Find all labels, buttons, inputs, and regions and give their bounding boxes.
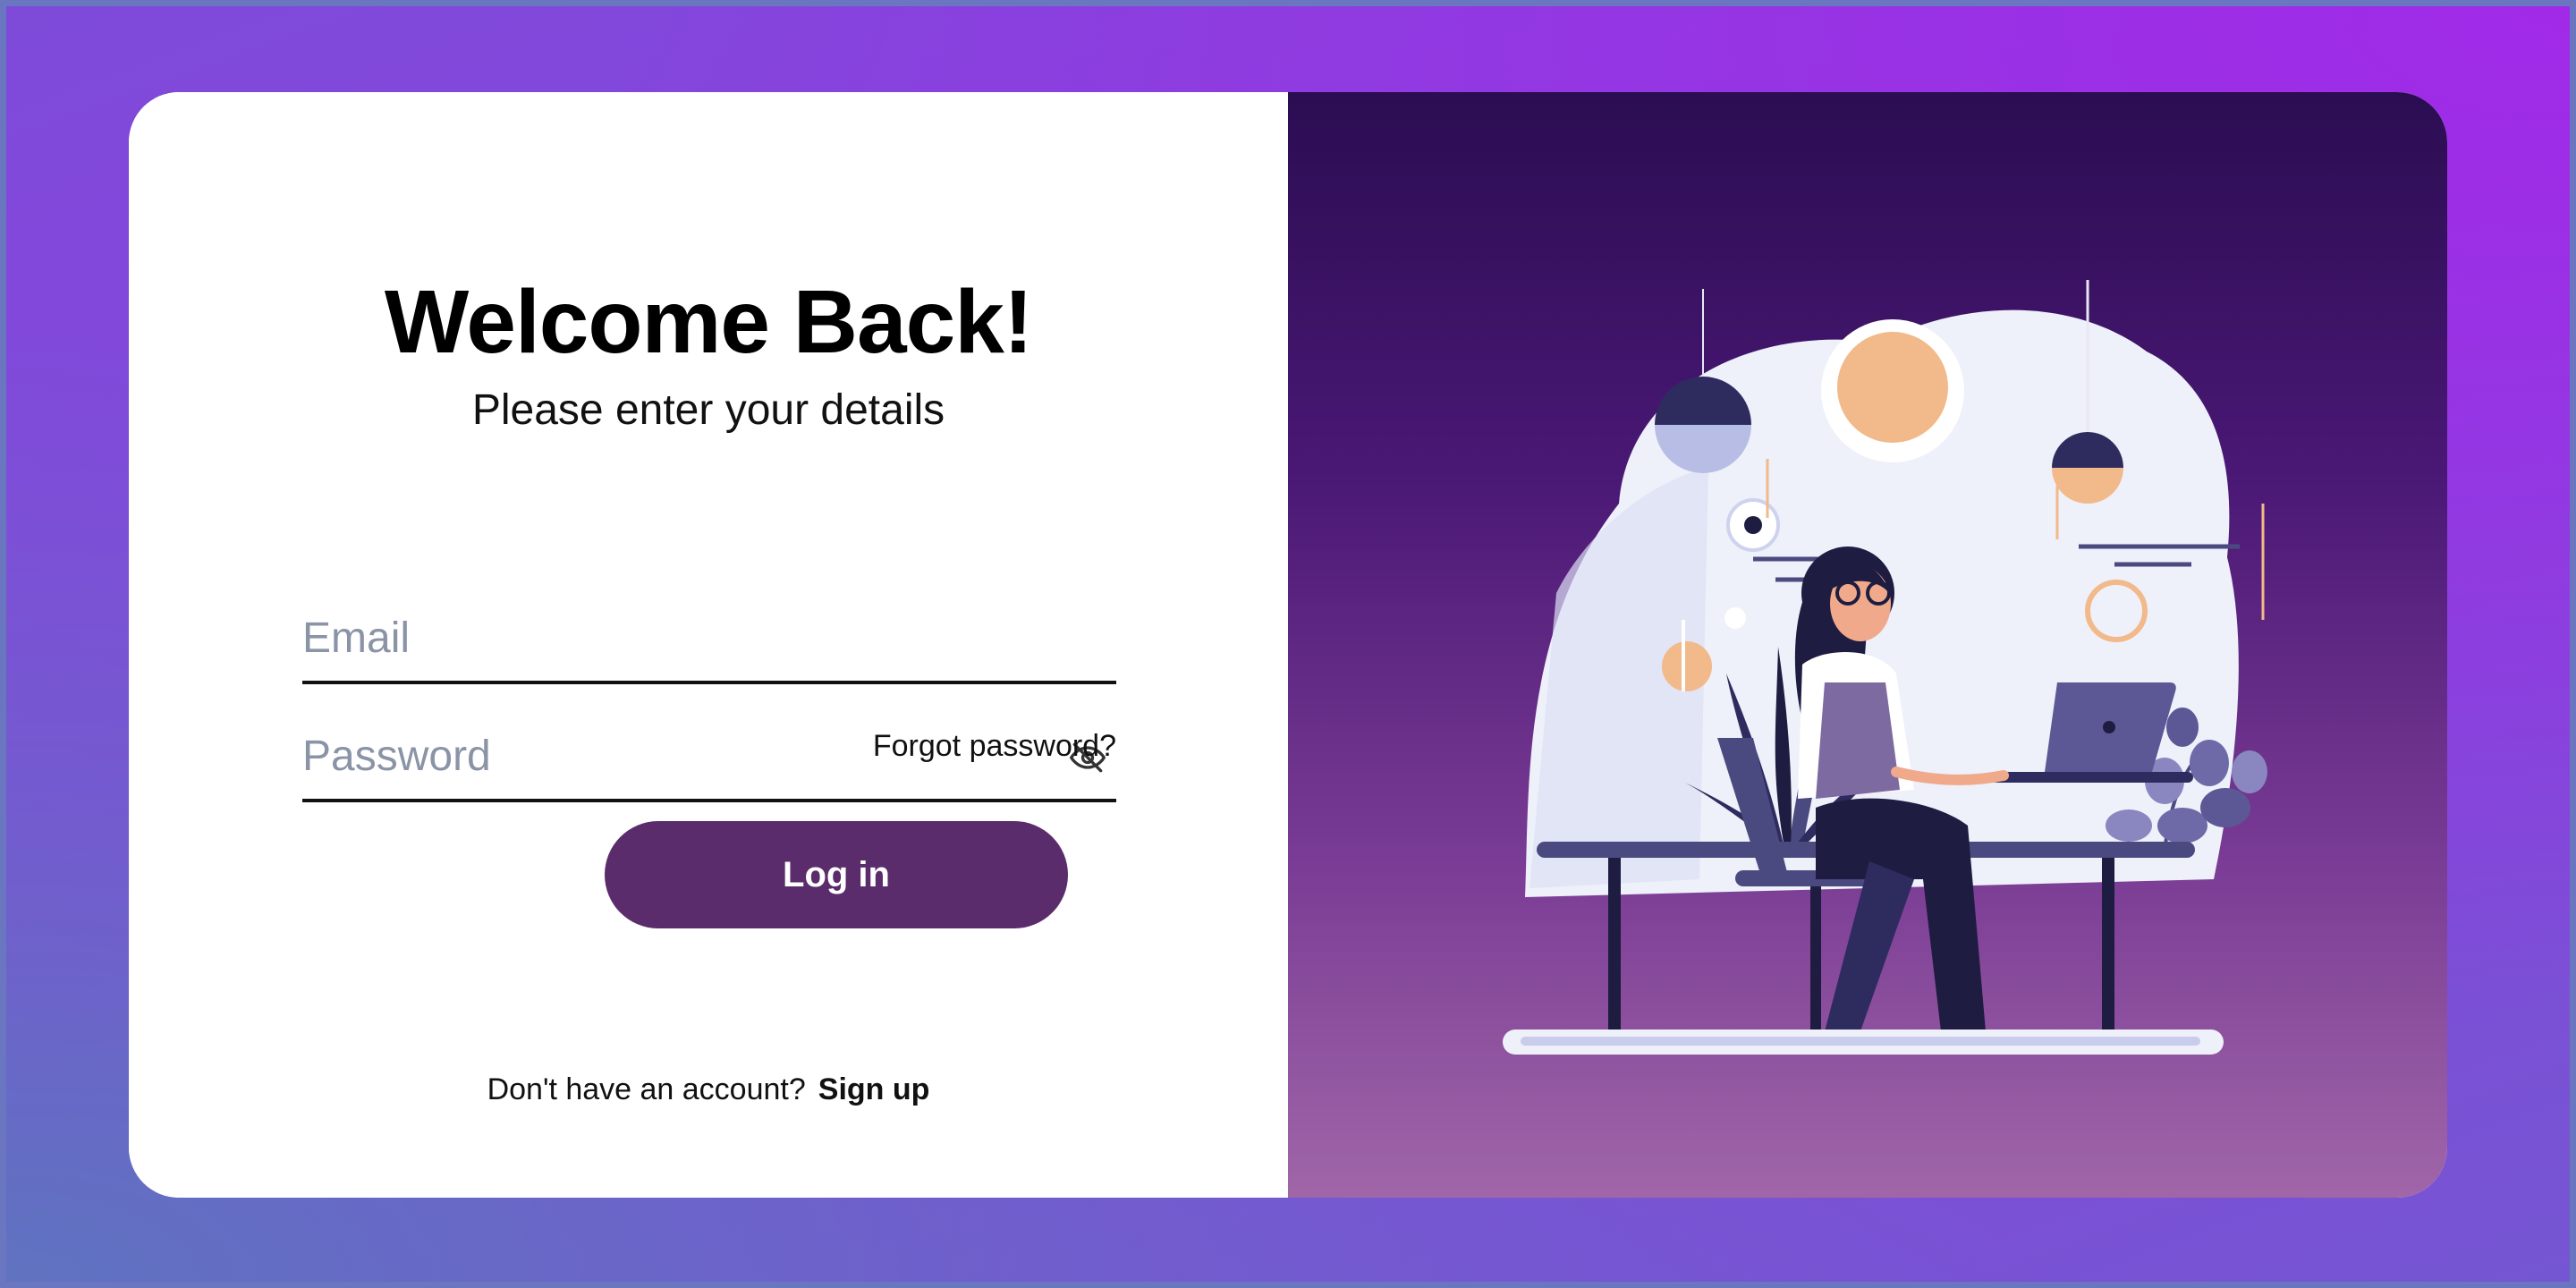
- login-card: Welcome Back! Please enter your details …: [129, 92, 2447, 1198]
- workspace-illustration: [1503, 280, 2267, 1055]
- login-button[interactable]: Log in: [605, 821, 1068, 928]
- email-input[interactable]: [302, 595, 1036, 681]
- signup-link[interactable]: Sign up: [818, 1072, 930, 1106]
- login-form-panel: Welcome Back! Please enter your details …: [129, 92, 1288, 1198]
- page-title: Welcome Back!: [384, 272, 1033, 372]
- signup-row: Don't have an account? Sign up: [129, 1072, 1288, 1107]
- page-subtitle: Please enter your details: [471, 386, 945, 434]
- forgot-password-link[interactable]: Forgot password?: [873, 729, 1116, 764]
- email-field: [302, 595, 1116, 684]
- illustration-panel: [1288, 92, 2447, 1198]
- signup-prompt: Don't have an account?: [487, 1072, 806, 1106]
